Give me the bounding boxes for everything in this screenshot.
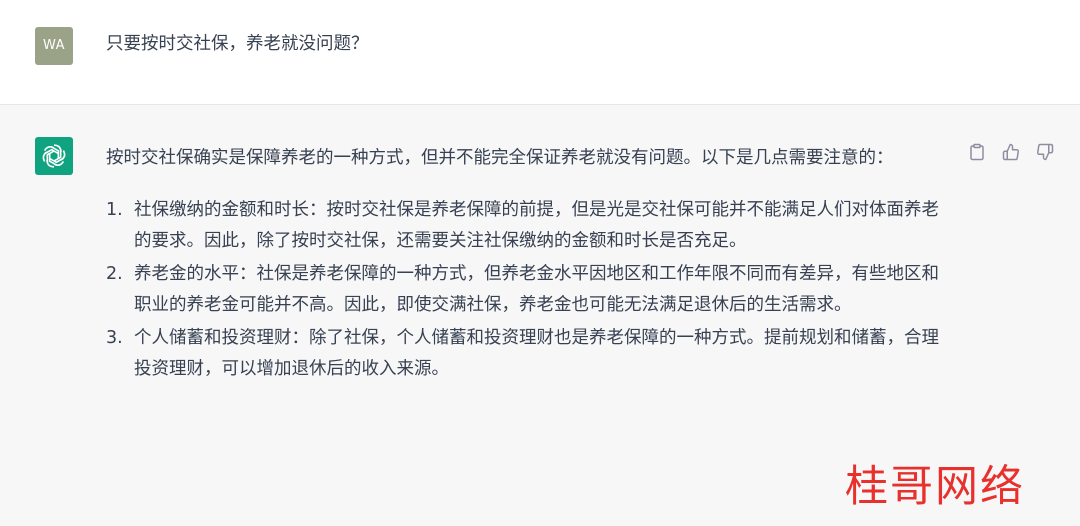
- list-item: 3. 个人储蓄和投资理财：除了社保，个人储蓄和投资理财也是养老保障的一种方式。提…: [106, 323, 946, 385]
- list-item-number: 3.: [106, 328, 123, 348]
- copy-icon[interactable]: [966, 141, 988, 163]
- assistant-points-list: 1. 社保缴纳的金额和时长：按时交社保是养老保障的前提，但是光是交社保可能并不能…: [106, 195, 946, 385]
- thumbs-up-icon[interactable]: [1000, 141, 1022, 163]
- list-item: 1. 社保缴纳的金额和时长：按时交社保是养老保障的前提，但是光是交社保可能并不能…: [106, 195, 946, 257]
- thumbs-down-icon[interactable]: [1034, 141, 1056, 163]
- user-message-row: WA 只要按时交社保，养老就没问题？: [0, 0, 1080, 105]
- list-item-number: 2.: [106, 264, 123, 284]
- list-item-number: 1.: [106, 200, 123, 220]
- openai-logo-icon: [35, 137, 73, 175]
- user-message-text: 只要按时交社保，养老就没问题？: [106, 34, 369, 54]
- message-actions: [966, 141, 1056, 163]
- user-avatar: WA: [35, 27, 73, 65]
- list-item-text: 个人储蓄和投资理财：除了社保，个人储蓄和投资理财也是养老保障的一种方式。提前规划…: [134, 328, 939, 379]
- list-item: 2. 养老金的水平：社保是养老保障的一种方式，但养老金水平因地区和工作年限不同而…: [106, 259, 946, 321]
- list-item-text: 社保缴纳的金额和时长：按时交社保是养老保障的前提，但是光是交社保可能并不能满足人…: [134, 200, 939, 251]
- assistant-message-content: 按时交社保确实是保障养老的一种方式，但并不能完全保证养老就没有问题。以下是几点需…: [106, 143, 946, 387]
- list-item-text: 养老金的水平：社保是养老保障的一种方式，但养老金水平因地区和工作年限不同而有差异…: [134, 264, 939, 315]
- assistant-intro-text: 按时交社保确实是保障养老的一种方式，但并不能完全保证养老就没有问题。以下是几点需…: [106, 148, 894, 168]
- watermark-text: 桂哥网络: [845, 462, 1025, 512]
